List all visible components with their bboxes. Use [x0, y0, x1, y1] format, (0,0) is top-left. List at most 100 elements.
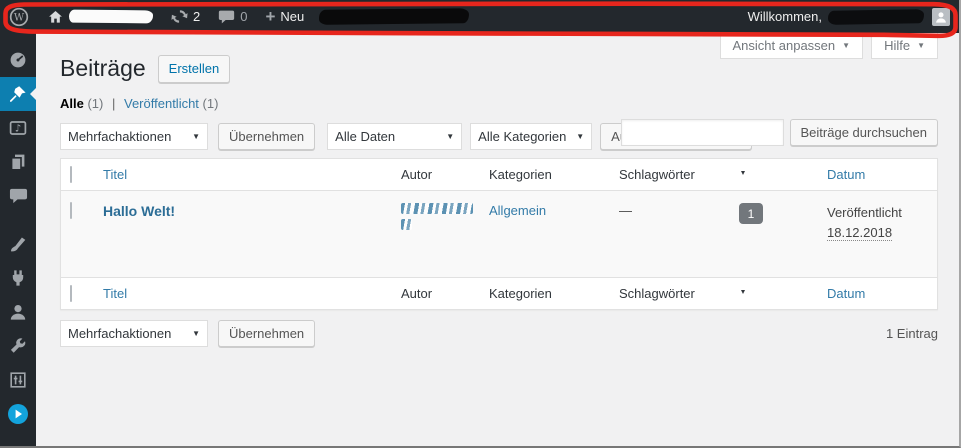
- sidebar-item-posts[interactable]: [0, 77, 36, 111]
- sidebar-item-appearance[interactable]: [0, 227, 36, 261]
- site-name-redaction-scribble: [68, 9, 154, 24]
- settings-sliders-icon: [8, 370, 28, 390]
- select-all-checkbox-bottom[interactable]: [70, 285, 72, 303]
- my-account-menu[interactable]: [930, 0, 959, 33]
- select-arrow-icon: ▼: [576, 132, 585, 141]
- svg-text:♪: ♪: [15, 124, 21, 135]
- apply-button-bottom[interactable]: Übernehmen: [218, 320, 316, 348]
- search-box: Beiträge durchsuchen: [620, 119, 938, 146]
- posts-table: Titel Autor Kategorien Schlagwörter Datu…: [60, 158, 938, 311]
- column-date-sort[interactable]: Datum: [827, 167, 865, 182]
- media-icon: ♪: [8, 118, 28, 138]
- main-content: Beiträge Erstellen Alle (1) | Veröffentl…: [36, 33, 959, 446]
- author-redacted-scribble: [393, 203, 481, 230]
- sidebar-item-settings[interactable]: [0, 363, 36, 397]
- adminbar-redaction-scribble: [319, 8, 470, 25]
- screen-options-tab[interactable]: Ansicht anpassen ▼: [719, 33, 864, 59]
- table-row: Hallo Welt! Allgemein — 1 Veröffentlicht…: [61, 191, 937, 278]
- comments-count: 0: [240, 9, 248, 24]
- sidebar-item-tools[interactable]: [0, 329, 36, 363]
- categories-filter-value: Alle Kategorien: [478, 129, 567, 144]
- view-all-count: (1): [87, 96, 104, 111]
- select-arrow-icon: ▼: [192, 132, 200, 141]
- dates-filter-select[interactable]: Alle Daten ▼: [327, 123, 463, 150]
- search-posts-button[interactable]: Beiträge durchsuchen: [789, 119, 938, 146]
- new-content-menu[interactable]: + Neu: [256, 0, 313, 33]
- comments-menu[interactable]: 0: [209, 0, 256, 33]
- plug-icon: [8, 268, 28, 288]
- sidebar-item-comments[interactable]: [0, 179, 36, 213]
- new-label: Neu: [280, 9, 305, 24]
- apply-button[interactable]: Übernehmen: [218, 123, 316, 150]
- home-icon: [47, 9, 64, 25]
- post-date: 18.12.2018: [827, 225, 893, 242]
- screen-meta: Ansicht anpassen ▼ Hilfe ▼: [719, 33, 938, 59]
- row-checkbox[interactable]: [70, 202, 72, 219]
- help-tab[interactable]: Hilfe ▼: [871, 33, 938, 59]
- admin-bar: W 2 0 + Neu Willkommen,: [0, 0, 959, 33]
- site-name-menu[interactable]: [38, 0, 162, 33]
- help-label: Hilfe: [884, 38, 911, 53]
- wordpress-logo-icon[interactable]: W: [0, 0, 38, 33]
- post-status: Veröffentlicht: [827, 205, 902, 220]
- comment-count-badge[interactable]: 1: [739, 203, 763, 224]
- table-header-row: Titel Autor Kategorien Schlagwörter Datu…: [61, 159, 937, 191]
- post-title-link[interactable]: Hallo Welt!: [103, 203, 175, 219]
- blue-play-circle-icon: [7, 403, 29, 425]
- paintbrush-icon: [8, 234, 28, 254]
- bulk-actions-select[interactable]: Mehrfachaktionen ▼: [60, 123, 208, 150]
- sidebar-item-collapse[interactable]: [0, 397, 36, 431]
- sidebar-item-media[interactable]: ♪: [0, 111, 36, 145]
- categories-filter-select[interactable]: Alle Kategorien ▼: [470, 123, 593, 150]
- sidebar-separator: [0, 213, 36, 227]
- tags-value: —: [619, 203, 632, 218]
- date-cell: Veröffentlicht 18.12.2018: [819, 203, 937, 243]
- svg-text:W: W: [14, 12, 25, 23]
- admin-sidebar: ♪: [0, 33, 36, 446]
- update-icon: [171, 8, 188, 25]
- dashboard-icon: [8, 50, 28, 70]
- view-all-link[interactable]: Alle: [60, 96, 84, 111]
- pushpin-icon: [8, 84, 28, 104]
- item-count-bottom: 1 Eintrag: [885, 326, 938, 342]
- column-title-sort-bottom[interactable]: Titel: [103, 286, 127, 301]
- page-title: Beiträge: [60, 55, 146, 81]
- sidebar-item-dashboard[interactable]: [0, 43, 36, 77]
- sidebar-item-pages[interactable]: [0, 145, 36, 179]
- column-title-sort[interactable]: Titel: [103, 167, 127, 182]
- add-new-post-button[interactable]: Erstellen: [157, 54, 231, 83]
- wrench-icon: [8, 336, 28, 356]
- view-filter-links: Alle (1) | Veröffentlicht (1): [60, 96, 938, 111]
- welcome-text: Willkommen,: [747, 9, 822, 24]
- bulk-actions-value-bottom: Mehrfachaktionen: [68, 326, 172, 342]
- username-redaction-scribble: [827, 8, 925, 25]
- bulk-actions-select-bottom[interactable]: Mehrfachaktionen ▼: [60, 320, 208, 348]
- column-date-sort-bottom[interactable]: Datum: [827, 286, 865, 301]
- chevron-down-icon: ▼: [842, 41, 851, 50]
- select-arrow-icon: ▼: [192, 329, 200, 339]
- sidebar-item-plugins[interactable]: [0, 261, 36, 295]
- column-tags: Schlagwörter: [619, 167, 695, 182]
- sidebar-item-users[interactable]: [0, 295, 36, 329]
- bottom-filter-bar: Mehrfachaktionen ▼ Übernehmen 1 Eintrag: [60, 320, 938, 348]
- view-published-link[interactable]: Veröffentlicht: [124, 96, 199, 111]
- dates-filter-value: Alle Daten: [335, 129, 396, 144]
- updates-menu[interactable]: 2: [162, 0, 209, 33]
- column-author: Autor: [401, 167, 433, 182]
- search-input[interactable]: [620, 119, 784, 146]
- view-published-count: (1): [202, 96, 219, 111]
- column-tags-bottom: Schlagwörter: [619, 286, 695, 302]
- plus-icon: +: [265, 7, 276, 26]
- updates-count: 2: [193, 9, 201, 24]
- chevron-down-icon: ▼: [917, 41, 925, 50]
- column-author-bottom: Autor: [401, 286, 433, 302]
- bulk-actions-value: Mehrfachaktionen: [68, 129, 172, 144]
- column-categories-bottom: Kategorien: [489, 286, 552, 302]
- pages-icon: [8, 152, 28, 172]
- select-all-checkbox[interactable]: [70, 166, 72, 183]
- screen-options-label: Ansicht anpassen: [732, 38, 836, 53]
- wordpress-admin-window: W 2 0 + Neu Willkommen, ♪ Ansicht anpass…: [0, 0, 961, 448]
- avatar: [932, 7, 950, 26]
- column-categories: Kategorien: [489, 167, 552, 182]
- category-link[interactable]: Allgemein: [489, 203, 546, 218]
